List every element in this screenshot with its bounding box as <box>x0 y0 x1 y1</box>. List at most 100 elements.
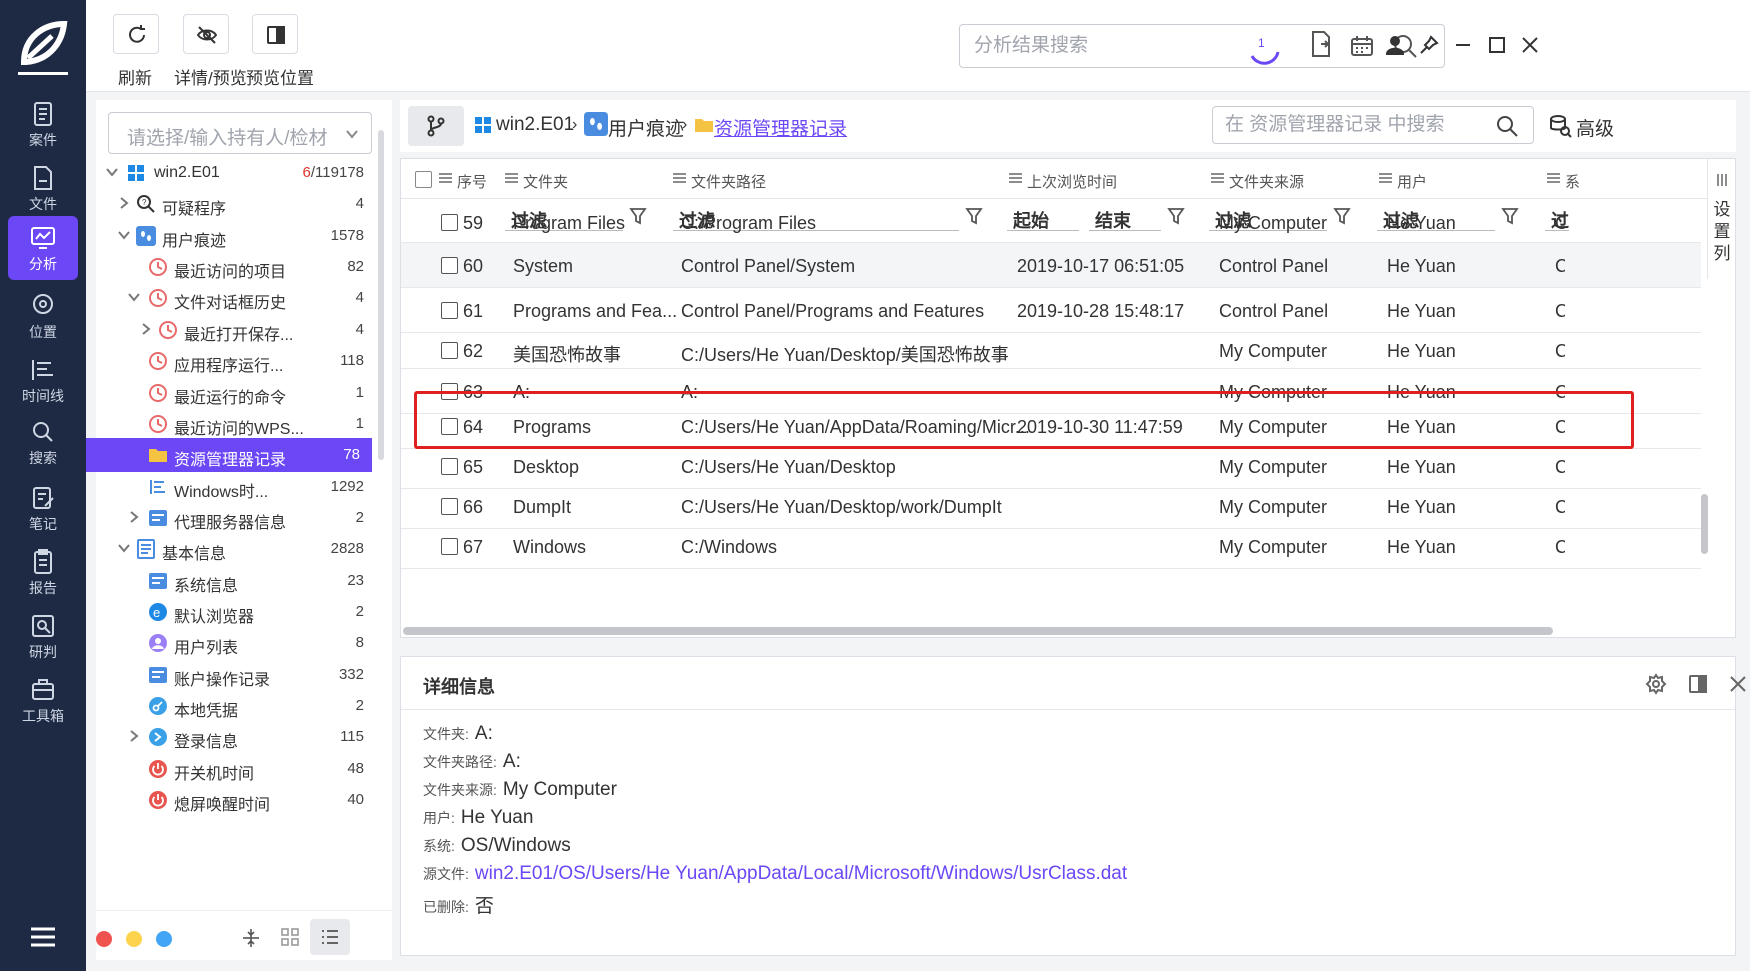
tree-item-screen-wake[interactable]: 熄屏唤醒时间 40 <box>96 783 376 817</box>
tree-item-explorer-records[interactable]: 资源管理器记录 78 <box>86 438 372 472</box>
refresh-button[interactable] <box>113 14 159 54</box>
minimize-icon[interactable] <box>1452 34 1474 56</box>
column-menu-icon[interactable] <box>1547 172 1560 184</box>
table-row[interactable]: 64 Programs C:/Users/He Yuan/AppData/Roa… <box>401 404 1701 449</box>
column-header-path[interactable]: 文件夹路径 <box>673 159 973 199</box>
user-icon[interactable] <box>1384 34 1406 56</box>
row-checkbox[interactable] <box>441 257 458 274</box>
nav-timeline[interactable]: 时间线 <box>8 348 78 412</box>
detail-preview-button[interactable] <box>183 14 229 54</box>
table-row[interactable]: 60 System Control Panel/System 2019-10-1… <box>401 243 1701 288</box>
advanced-search-button[interactable]: 高级 <box>1548 110 1624 142</box>
vertical-scrollbar[interactable] <box>1701 494 1708 554</box>
nav-case[interactable]: 案件 <box>8 92 78 156</box>
nav-report[interactable]: 报告 <box>8 540 78 604</box>
owner-select[interactable]: 请选择/输入持有人/检材 <box>108 112 372 154</box>
nav-location[interactable]: 位置 <box>8 284 78 348</box>
tree-item-file-dialog-history[interactable]: 文件对话框历史 4 <box>96 281 376 315</box>
breadcrumb-item[interactable]: win2.E01 <box>496 114 574 136</box>
select-all-checkbox[interactable] <box>415 171 432 188</box>
nav-note[interactable]: 笔记 <box>8 476 78 540</box>
calendar-icon[interactable] <box>1350 35 1374 57</box>
column-menu-icon[interactable] <box>673 172 686 184</box>
tree-item-recent-wps[interactable]: 最近访问的WPS... 1 <box>96 407 376 441</box>
list-view-button[interactable] <box>310 919 350 955</box>
row-checkbox[interactable] <box>441 214 458 231</box>
column-header-source[interactable]: 文件夹来源 <box>1211 159 1361 199</box>
source-file-link[interactable]: win2.E01/OS/Users/He Yuan/AppData/Local/… <box>475 863 1127 884</box>
column-menu-icon[interactable] <box>505 172 518 184</box>
tree-item-local-credentials[interactable]: 本地凭据 2 <box>96 689 376 723</box>
table-row[interactable]: 67 Windows C:/Windows My Computer He Yua… <box>401 524 1701 569</box>
search-icon[interactable] <box>1495 114 1519 138</box>
breadcrumb-current[interactable]: 资源管理器记录 <box>714 114 847 141</box>
tree-item-win2[interactable]: win2.E01 6/119178 <box>96 156 376 190</box>
collapse-icon[interactable] <box>240 927 262 949</box>
tree-item-default-browser[interactable]: e 默认浏览器 2 <box>96 595 376 629</box>
chevron-right-icon[interactable] <box>140 323 152 335</box>
chevron-down-icon[interactable] <box>106 166 118 178</box>
export-file-icon[interactable] <box>1309 30 1335 58</box>
chevron-down-icon[interactable] <box>118 229 130 241</box>
tree-item-proxy-info[interactable]: 代理服务器信息 2 <box>96 501 376 535</box>
horizontal-scrollbar[interactable] <box>403 627 1553 635</box>
column-settings-button[interactable]: 设置列 <box>1707 159 1735 279</box>
column-header-user[interactable]: 用户 <box>1379 159 1529 199</box>
grid-view-icon[interactable] <box>280 927 300 947</box>
column-header-last-browsed[interactable]: 上次浏览时间 <box>1009 159 1189 199</box>
blue-filter-dot[interactable] <box>156 931 172 947</box>
tree-item-user-traces[interactable]: 用户痕迹 1578 <box>96 219 376 253</box>
pin-icon[interactable] <box>1418 34 1440 56</box>
column-header-folder[interactable]: 文件夹 <box>505 159 655 199</box>
tree-item-power-times[interactable]: 开关机时间 48 <box>96 752 376 786</box>
column-menu-icon[interactable] <box>1211 172 1224 184</box>
row-checkbox[interactable] <box>441 538 458 555</box>
chevron-down-icon[interactable] <box>118 542 130 554</box>
table-row[interactable]: 62 美国恐怖故事 C:/Users/He Yuan/Desktop/美国恐怖故… <box>401 333 1701 369</box>
chevron-right-icon[interactable] <box>128 730 140 742</box>
split-panel-icon[interactable] <box>1687 673 1709 695</box>
chevron-right-icon[interactable] <box>118 197 130 209</box>
branch-button[interactable] <box>408 106 464 146</box>
row-checkbox[interactable] <box>441 342 458 359</box>
close-icon[interactable] <box>1519 34 1541 56</box>
table-row[interactable]: 66 DumpIt C:/Users/He Yuan/Desktop/work/… <box>401 484 1701 529</box>
nav-analysis[interactable]: 分析 <box>8 216 78 280</box>
tree-item-suspicious-programs[interactable]: ? 可疑程序 4 <box>96 187 376 221</box>
breadcrumb-item[interactable]: 用户痕迹 <box>608 114 684 141</box>
table-row[interactable]: 59 Program Files C:/Program Files My Com… <box>401 207 1701 243</box>
tree-item-user-list[interactable]: 用户列表 8 <box>96 626 376 660</box>
nav-toolbox[interactable]: 工具箱 <box>8 668 78 732</box>
row-checkbox[interactable] <box>441 458 458 475</box>
row-checkbox[interactable] <box>441 418 458 435</box>
nav-file[interactable]: 文件 <box>8 156 78 220</box>
yellow-filter-dot[interactable] <box>126 931 142 947</box>
tree-scrollbar[interactable] <box>378 130 384 460</box>
tree-item-basic-info[interactable]: 基本信息 2828 <box>96 532 376 566</box>
nav-search[interactable]: 搜索 <box>8 410 78 474</box>
close-icon[interactable] <box>1727 673 1749 695</box>
tree-item-login-info[interactable]: 登录信息 115 <box>96 720 376 754</box>
maximize-icon[interactable] <box>1486 34 1508 56</box>
menu-icon[interactable] <box>30 926 56 948</box>
row-checkbox[interactable] <box>441 498 458 515</box>
table-row[interactable]: 65 Desktop C:/Users/He Yuan/Desktop My C… <box>401 444 1701 489</box>
preview-position-button[interactable] <box>252 14 298 54</box>
row-checkbox[interactable] <box>441 383 458 400</box>
tree-item-app-run[interactable]: 应用程序运行... 118 <box>96 344 376 378</box>
nav-judge[interactable]: 研判 <box>8 604 78 668</box>
row-checkbox[interactable] <box>441 302 458 319</box>
record-search-input[interactable] <box>1225 113 1485 137</box>
column-menu-icon[interactable] <box>439 172 452 184</box>
analysis-search-box[interactable] <box>959 24 1445 68</box>
chevron-right-icon[interactable] <box>128 511 140 523</box>
column-menu-icon[interactable] <box>1009 172 1022 184</box>
red-filter-dot[interactable] <box>96 931 112 947</box>
gear-icon[interactable] <box>1645 673 1667 695</box>
column-header-system[interactable]: 系 <box>1547 159 1607 199</box>
tree-item-recent-commands[interactable]: 最近运行的命令 1 <box>96 376 376 410</box>
tree-item-system-info[interactable]: 系统信息 23 <box>96 564 376 598</box>
tree-item-windows-timeline[interactable]: Windows时... 1292 <box>96 470 376 504</box>
task-progress-indicator[interactable]: 1 <box>1244 28 1284 68</box>
table-row[interactable]: 61 Programs and Fea... Control Panel/Pro… <box>401 288 1701 333</box>
